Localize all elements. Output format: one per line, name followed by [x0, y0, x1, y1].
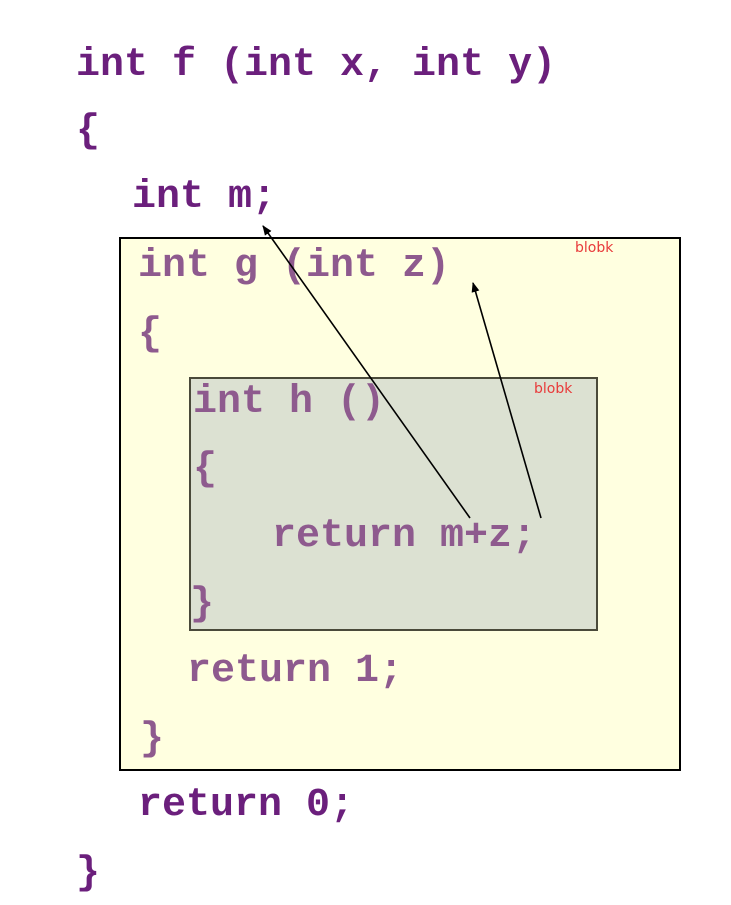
arrow-m-to-declaration: [262, 225, 471, 519]
scope-arrows: [262, 225, 542, 519]
arrow-z-to-parameter: [471, 282, 542, 519]
